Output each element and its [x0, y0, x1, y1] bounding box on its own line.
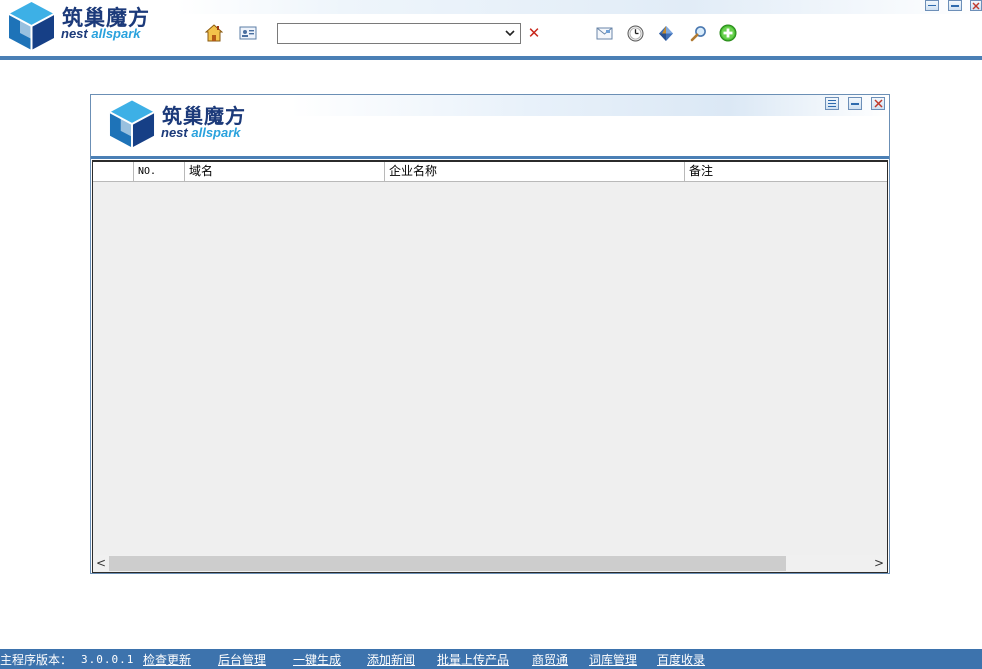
- status-footer: 主程序版本： 3.0.0.1 检查更新 后台管理 一键生成 添加新闻 批量上传产…: [0, 649, 982, 669]
- logo-cube-icon: [8, 1, 55, 51]
- window-logo-subtitle-a: nest: [161, 125, 188, 140]
- lexicon-manage-link[interactable]: 词库管理: [589, 653, 637, 667]
- chevron-down-icon[interactable]: [503, 26, 517, 41]
- content-window: 筑巢魔方 nest allspark NO. 域名 企业名称 备注 < >: [90, 94, 890, 574]
- top-restore-button[interactable]: [925, 0, 939, 11]
- grid-header: NO. 域名 企业名称 备注: [93, 162, 887, 182]
- window-close-button[interactable]: [871, 97, 885, 110]
- add-news-link[interactable]: 添加新闻: [367, 653, 415, 667]
- logo-subtitle: nest allspark: [61, 27, 141, 41]
- window-logo-subtitle: nest allspark: [161, 126, 241, 140]
- header-divider: [0, 56, 982, 60]
- data-grid: NO. 域名 企业名称 备注 < >: [92, 160, 888, 573]
- scroll-left-icon[interactable]: <: [93, 555, 109, 572]
- diamond-icon[interactable]: [657, 24, 675, 42]
- window-minimize-button[interactable]: [848, 97, 862, 110]
- baidu-index-link[interactable]: 百度收录: [657, 653, 705, 667]
- top-close-button[interactable]: [970, 0, 982, 11]
- grid-col-remark[interactable]: 备注: [685, 162, 887, 181]
- version-label: 主程序版本：: [0, 653, 73, 667]
- version-value: 3.0.0.1: [81, 653, 135, 666]
- clock-icon[interactable]: [626, 24, 644, 42]
- grid-col-company[interactable]: 企业名称: [385, 162, 685, 181]
- add-icon[interactable]: [719, 24, 737, 42]
- window-divider: [91, 156, 889, 159]
- clear-icon[interactable]: ✕: [527, 24, 541, 42]
- home-icon[interactable]: [205, 24, 223, 42]
- search-icon[interactable]: [689, 24, 707, 42]
- check-update-link[interactable]: 检查更新: [143, 653, 191, 667]
- scroll-thumb[interactable]: [109, 556, 786, 571]
- grid-col-number[interactable]: NO.: [134, 162, 185, 181]
- backend-manage-link[interactable]: 后台管理: [218, 653, 266, 667]
- window-restore-button[interactable]: [825, 97, 839, 110]
- window-logo-cube-icon: [109, 99, 155, 149]
- one-click-generate-link[interactable]: 一键生成: [293, 653, 341, 667]
- horizontal-scrollbar[interactable]: < >: [93, 555, 887, 572]
- logo-subtitle-b: allspark: [91, 26, 141, 41]
- grid-col-select[interactable]: [93, 162, 134, 181]
- grid-col-domain[interactable]: 域名: [185, 162, 385, 181]
- batch-upload-products-link[interactable]: 批量上传产品: [437, 653, 509, 667]
- card-icon[interactable]: [239, 24, 257, 42]
- trade-link[interactable]: 商贸通: [532, 653, 568, 667]
- logo-subtitle-a: nest: [61, 26, 88, 41]
- mail-icon[interactable]: [595, 24, 613, 42]
- scroll-right-icon[interactable]: >: [871, 555, 887, 572]
- top-minimize-button[interactable]: [948, 0, 962, 11]
- search-select[interactable]: [277, 23, 521, 44]
- window-logo-subtitle-b: allspark: [191, 125, 241, 140]
